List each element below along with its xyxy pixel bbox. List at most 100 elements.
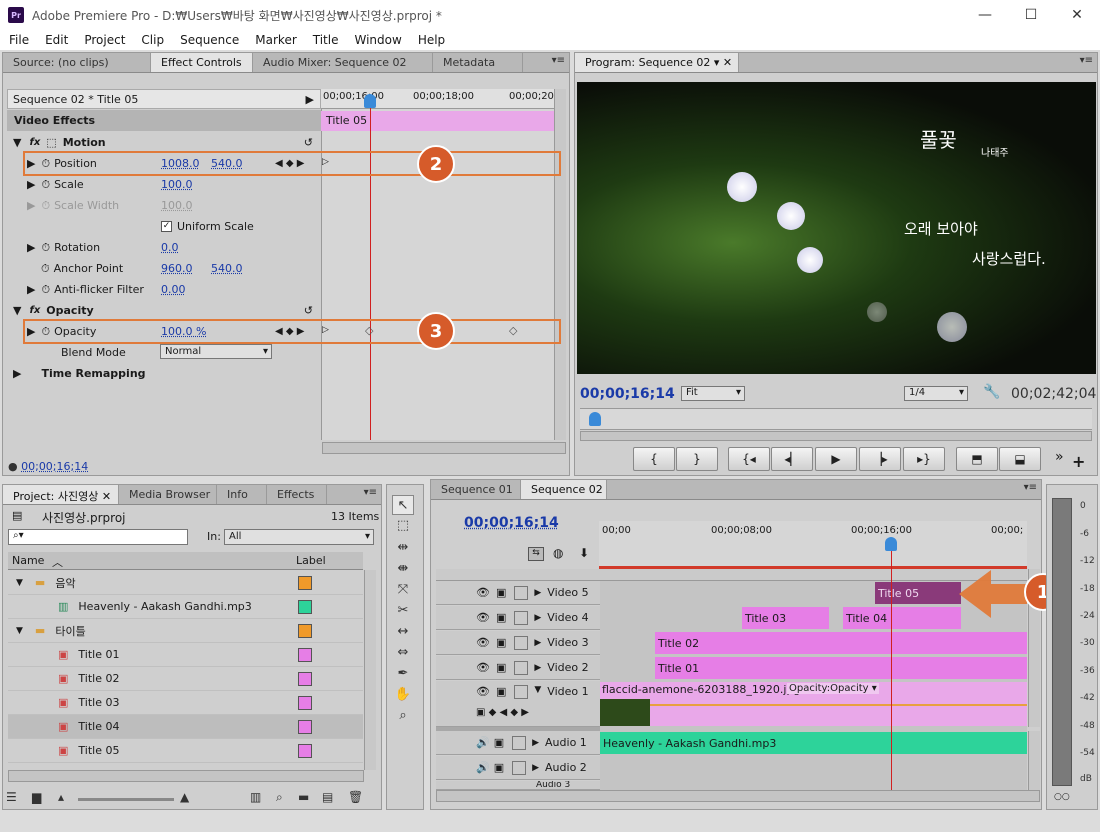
audio-track-scrollbar[interactable] <box>1028 731 1040 790</box>
anchor-y-value[interactable]: 540.0 <box>211 262 243 275</box>
label-color-swatch[interactable] <box>298 600 312 614</box>
tab-source[interactable]: Source: (no clips) <box>3 53 151 72</box>
expand-down-icon[interactable]: ▼ <box>13 304 21 317</box>
tab-effect-controls[interactable]: Effect Controls <box>151 53 253 72</box>
step-forward-button[interactable]: ▕▸ <box>859 447 901 471</box>
menu-help[interactable]: Help <box>409 33 452 47</box>
minimize-icon[interactable]: — <box>962 0 1008 30</box>
playhead-handle[interactable] <box>364 94 376 108</box>
expand-right-icon[interactable]: ▶ <box>532 763 539 773</box>
clip-title-01[interactable]: Title 01 <box>655 657 1027 679</box>
more-controls-icon[interactable]: » <box>1055 449 1064 465</box>
marker-globe-icon[interactable]: ◍ <box>553 546 563 560</box>
reset-icon[interactable]: ↺ <box>304 304 313 317</box>
rolling-edit-tool-icon[interactable]: ⇼ <box>392 558 414 578</box>
panel-menu-icon[interactable]: ▾≡ <box>364 487 377 498</box>
label-color-swatch[interactable] <box>298 672 312 686</box>
expand-right-icon[interactable]: ▶ <box>534 663 541 673</box>
motion-transform-icon[interactable]: ⬚ <box>46 136 56 149</box>
extract-button[interactable]: ⬓ <box>999 447 1041 471</box>
wrench-icon[interactable]: 🔧 <box>983 384 1000 400</box>
add-marker-icon[interactable]: ⬇ <box>579 546 589 560</box>
clip-audio[interactable]: Heavenly - Aakash Gandhi.mp3 <box>600 732 1027 754</box>
program-zoom-bar[interactable] <box>580 431 1092 441</box>
expand-right-icon[interactable]: ▶ <box>13 367 21 380</box>
eye-icon[interactable]: 👁 <box>476 685 490 698</box>
zoom-tool-icon[interactable]: ⌕ <box>392 705 414 725</box>
effect-timecode-text[interactable]: 00;00;16;14 <box>21 460 88 473</box>
time-remap-row[interactable]: ▶ Time Remapping <box>7 363 321 384</box>
rotation-value[interactable]: 0.0 <box>161 241 179 254</box>
expand-right-icon[interactable]: ▶ <box>27 241 35 254</box>
blend-mode-select[interactable]: Normal ▾ <box>160 344 272 359</box>
label-color-swatch[interactable] <box>298 696 312 710</box>
slip-tool-icon[interactable]: ↔ <box>392 621 414 641</box>
film-icon[interactable]: ▣ <box>494 736 504 749</box>
selection-tool-icon[interactable]: ↖ <box>392 495 414 515</box>
reset-icon[interactable]: ↺ <box>304 136 313 149</box>
expand-down-icon[interactable]: ▼ <box>16 626 23 636</box>
step-back-button[interactable]: ◂▏ <box>771 447 813 471</box>
lock-toggle[interactable] <box>514 635 529 650</box>
clip-fx-select[interactable]: Opacity:Opacity ▾ <box>787 683 879 694</box>
film-icon[interactable]: ▣ <box>496 636 506 649</box>
expand-right-icon[interactable]: ▶ <box>532 738 539 748</box>
effect-h-scrollbar[interactable] <box>322 442 566 454</box>
stopwatch-icon[interactable]: ⏱ <box>41 178 50 192</box>
opacity-group-row[interactable]: ▼ fx Opacity ↺ <box>7 300 321 321</box>
film-icon[interactable]: ▣ <box>494 761 504 774</box>
tab-program[interactable]: Program: Sequence 02 ▾ ✕ <box>575 53 739 72</box>
expand-right-icon[interactable]: ▶ <box>27 283 35 296</box>
expand-right-icon[interactable]: ▶ <box>534 638 541 648</box>
new-bin-icon[interactable]: ▬ <box>298 790 309 804</box>
label-color-swatch[interactable] <box>298 648 312 662</box>
menu-clip[interactable]: Clip <box>132 33 171 47</box>
maximize-icon[interactable]: ☐ <box>1008 0 1054 30</box>
in-select[interactable]: All ▾ <box>224 529 374 545</box>
program-video-frame[interactable]: 풀꽃 나태주 오래 보아야 사랑스럽다. <box>577 82 1096 374</box>
tab-info[interactable]: Info <box>217 485 267 504</box>
go-to-in-button[interactable]: {◂ <box>728 447 770 471</box>
rate-stretch-tool-icon[interactable]: ⤧ <box>392 579 414 599</box>
effect-scrollbar[interactable] <box>554 89 566 440</box>
lift-button[interactable]: ⬒ <box>956 447 998 471</box>
clip-title-04[interactable]: Title 04 <box>843 607 961 629</box>
scale-value[interactable]: 100.0 <box>161 178 193 191</box>
expand-right-icon[interactable]: ▶ <box>534 588 541 598</box>
ripple-edit-tool-icon[interactable]: ⇹ <box>392 537 414 557</box>
tab-effects[interactable]: Effects <box>267 485 327 504</box>
mark-out-button[interactable]: } <box>676 447 718 471</box>
tab-sequence-01[interactable]: Sequence 01 <box>431 480 521 499</box>
lock-toggle[interactable] <box>514 660 529 675</box>
film-icon[interactable]: ▣ <box>496 661 506 674</box>
zoom-out-icon[interactable]: ▴ <box>58 790 64 804</box>
track-select-tool-icon[interactable]: ⬚ <box>392 515 414 535</box>
menu-edit[interactable]: Edit <box>36 33 75 47</box>
effect-timecode[interactable]: ● 00;00;16;14 <box>8 460 88 473</box>
eye-icon[interactable]: 👁 <box>476 611 490 624</box>
hand-tool-icon[interactable]: ✋ <box>392 684 414 704</box>
fx-icon[interactable]: fx <box>29 305 40 316</box>
razor-tool-icon[interactable]: ✂ <box>392 600 414 620</box>
menu-file[interactable]: File <box>0 33 36 47</box>
effect-clip-bar[interactable]: Title 05 <box>321 111 554 131</box>
tab-media-browser[interactable]: Media Browser <box>119 485 217 504</box>
label-color-swatch[interactable] <box>298 744 312 758</box>
clip-title-03[interactable]: Title 03 <box>742 607 829 629</box>
tab-metadata[interactable]: Metadata <box>433 53 523 72</box>
play-button[interactable]: ▶ <box>815 447 857 471</box>
eye-icon[interactable]: 👁 <box>476 586 490 599</box>
speaker-icon[interactable]: 🔊 <box>476 736 490 749</box>
antiflicker-value[interactable]: 0.00 <box>161 283 186 296</box>
column-name[interactable]: Name <box>12 554 44 567</box>
speaker-icon[interactable]: 🔊 <box>476 761 490 774</box>
go-to-out-button[interactable]: ▸} <box>903 447 945 471</box>
resolution-select[interactable]: 1/4 ▾ <box>904 386 968 401</box>
find-icon[interactable]: ⌕ <box>276 790 283 805</box>
panel-menu-icon[interactable]: ▾≡ <box>1080 55 1093 66</box>
panel-menu-icon[interactable]: ▾≡ <box>1024 482 1037 493</box>
uniform-scale-checkbox[interactable]: ✓ <box>161 221 172 232</box>
expand-right-icon[interactable]: ▶ <box>534 613 541 623</box>
stopwatch-icon[interactable]: ⏱ <box>41 241 50 255</box>
label-color-swatch[interactable] <box>298 720 312 734</box>
